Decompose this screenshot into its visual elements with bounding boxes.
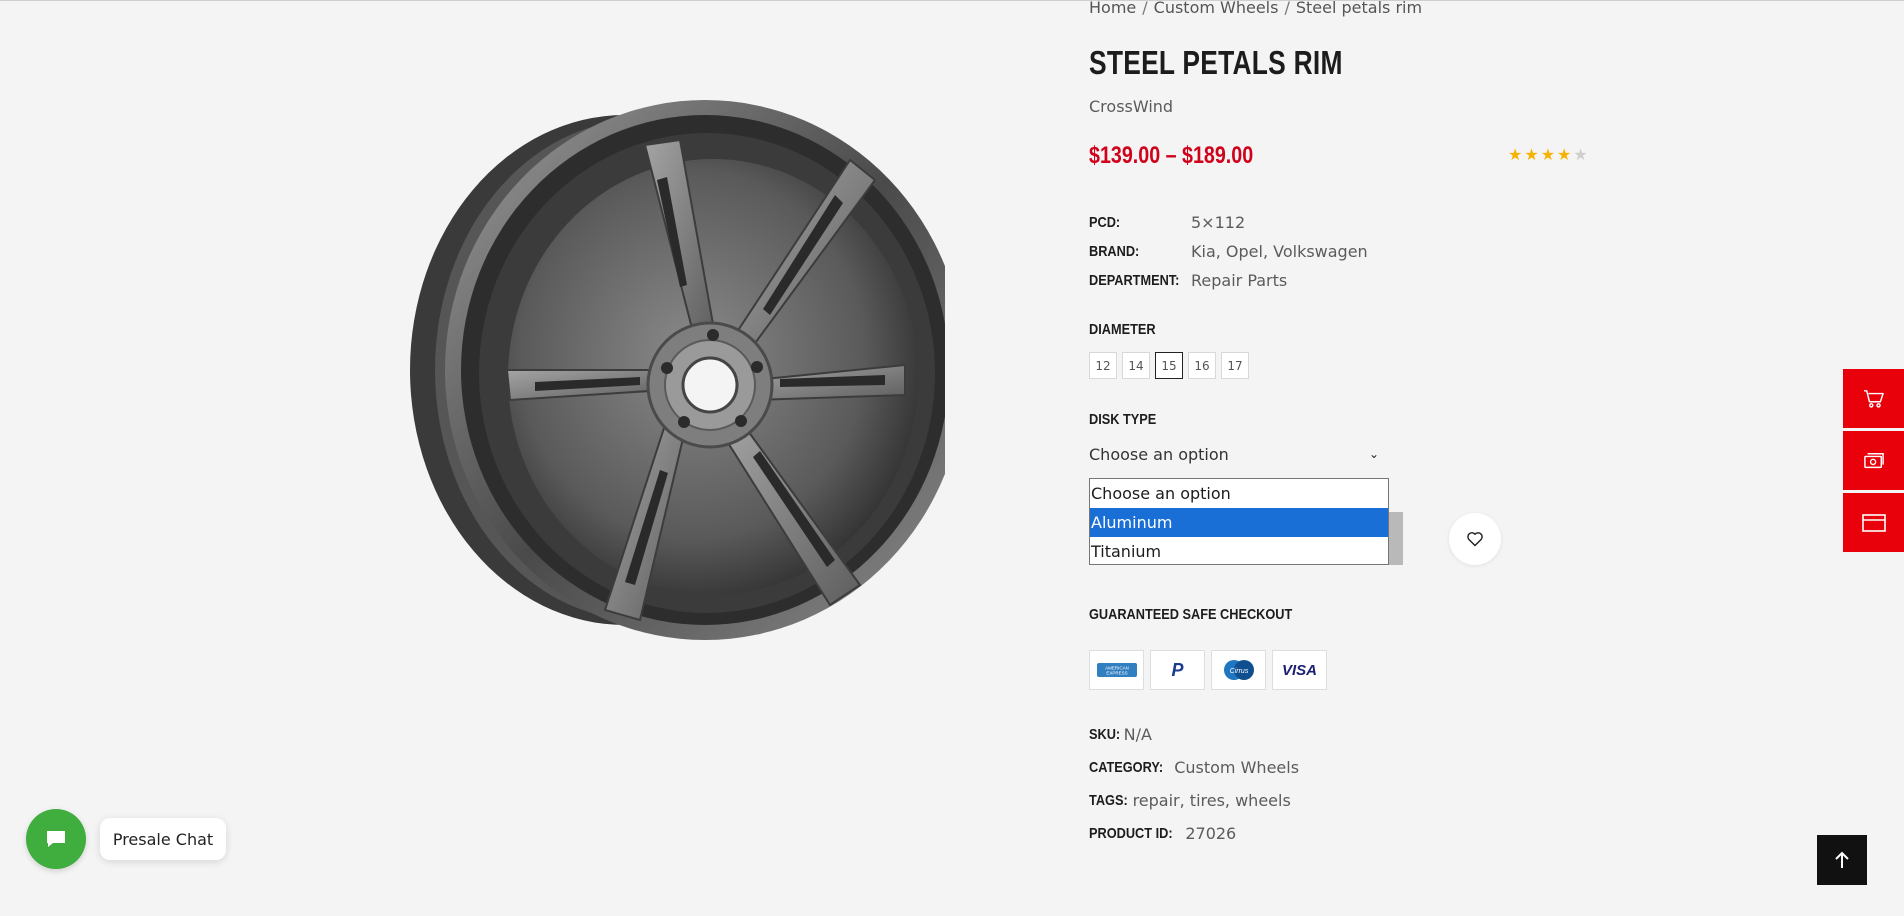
attribute-row: BRAND: Kia, Opel, Volkswagen xyxy=(1089,237,1368,266)
cirrus-logo: Cirrus xyxy=(1211,650,1266,690)
side-window-button[interactable] xyxy=(1843,493,1904,552)
attribute-row: DEPARTMENT: Repair Parts xyxy=(1089,266,1368,295)
star-rating[interactable]: ★★★★★ xyxy=(1508,145,1590,164)
product-vendor[interactable]: CrossWind xyxy=(1089,97,1173,116)
breadcrumb-home[interactable]: Home xyxy=(1089,0,1136,17)
star-icon: ★ xyxy=(1557,145,1574,164)
back-to-top-button[interactable] xyxy=(1817,835,1867,885)
side-money-button[interactable] xyxy=(1843,431,1904,490)
category-link[interactable]: Custom Wheels xyxy=(1174,758,1299,777)
side-toolbar xyxy=(1843,369,1904,555)
tags-row: TAGS: repair, tires, wheels xyxy=(1089,784,1299,817)
product-title: STEEL PETALS RIM xyxy=(1089,44,1343,81)
diameter-swatches: 12 14 15 16 17 xyxy=(1089,352,1249,379)
american-express-logo: AMERICAN EXPRESS xyxy=(1089,650,1144,690)
arrow-up-icon xyxy=(1835,851,1849,868)
sku-row: SKU: N/A xyxy=(1089,718,1299,751)
amex-text-2: EXPRESS xyxy=(1106,671,1127,676)
heart-icon xyxy=(1467,532,1483,547)
paypal-logo: P xyxy=(1150,650,1205,690)
product-meta: SKU: N/A CATEGORY: Custom Wheels TAGS: r… xyxy=(1089,718,1299,850)
attribute-value: Repair Parts xyxy=(1191,271,1288,290)
disk-type-select[interactable]: Choose an option ⌄ xyxy=(1089,442,1389,466)
star-icon: ★ xyxy=(1508,145,1525,164)
breadcrumb-current: Steel petals rim xyxy=(1295,0,1423,17)
disk-type-select-value: Choose an option xyxy=(1089,444,1229,464)
diameter-option-17[interactable]: 17 xyxy=(1221,352,1249,379)
attribute-value: 5×112 xyxy=(1191,213,1246,232)
visa-text: VISA xyxy=(1281,661,1317,679)
tag-link[interactable]: tires xyxy=(1190,791,1225,810)
breadcrumb-separator: / xyxy=(1142,0,1148,17)
top-divider xyxy=(0,0,1904,1)
product-id-value: 27026 xyxy=(1185,824,1237,843)
diameter-label: DIAMETER xyxy=(1089,321,1156,338)
diameter-option-15[interactable]: 15 xyxy=(1155,352,1183,379)
attribute-key: DEPARTMENT: xyxy=(1089,272,1180,289)
presale-chat-label[interactable]: Presale Chat xyxy=(100,818,226,860)
breadcrumb-separator: / xyxy=(1284,0,1290,17)
attribute-key: BRAND: xyxy=(1089,243,1140,260)
product-attributes: PCD: 5×112 BRAND: Kia, Opel, Volkswagen … xyxy=(1089,208,1368,295)
breadcrumb: Home / Custom Wheels / Steel petals rim xyxy=(1089,0,1422,17)
payment-methods: AMERICAN EXPRESS P Cirrus VISA xyxy=(1089,650,1327,690)
attribute-row: PCD: 5×112 xyxy=(1089,208,1368,237)
sku-key: SKU: xyxy=(1089,726,1121,743)
tags-list: repair, tires, wheels xyxy=(1132,791,1291,810)
chat-icon xyxy=(47,831,65,847)
browser-window-icon xyxy=(1861,513,1886,532)
product-image[interactable] xyxy=(395,85,945,660)
disk-type-label: DISK TYPE xyxy=(1089,411,1157,428)
star-empty-icon: ★ xyxy=(1573,145,1590,164)
breadcrumb-category[interactable]: Custom Wheels xyxy=(1154,0,1279,17)
visa-logo: VISA xyxy=(1272,650,1327,690)
tags-key: TAGS: xyxy=(1089,792,1128,809)
cirrus-text: Cirrus xyxy=(1229,668,1248,675)
chevron-down-icon: ⌄ xyxy=(1368,447,1379,461)
category-key: CATEGORY: xyxy=(1089,759,1164,776)
money-icon xyxy=(1863,452,1884,468)
sku-value: N/A xyxy=(1123,725,1152,744)
disk-type-dropdown[interactable]: Choose an option Aluminum Titanium xyxy=(1089,478,1389,565)
side-cart-button[interactable] xyxy=(1843,369,1904,428)
diameter-option-14[interactable]: 14 xyxy=(1122,352,1150,379)
category-row: CATEGORY: Custom Wheels xyxy=(1089,751,1299,784)
wishlist-button[interactable] xyxy=(1449,513,1501,565)
product-price: $139.00 – $189.00 xyxy=(1089,142,1254,169)
tag-link[interactable]: wheels xyxy=(1235,791,1291,810)
star-icon: ★ xyxy=(1524,145,1541,164)
product-id-row: PRODUCT ID: 27026 xyxy=(1089,817,1299,850)
paypal-text: P xyxy=(1171,659,1184,680)
disk-type-option[interactable]: Titanium xyxy=(1090,537,1388,566)
diameter-option-12[interactable]: 12 xyxy=(1089,352,1117,379)
safe-checkout-label: GUARANTEED SAFE CHECKOUT xyxy=(1089,606,1293,623)
chat-button[interactable] xyxy=(26,809,86,869)
diameter-option-16[interactable]: 16 xyxy=(1188,352,1216,379)
product-id-key: PRODUCT ID: xyxy=(1089,825,1173,842)
attribute-value: Kia, Opel, Volkswagen xyxy=(1191,242,1368,261)
star-icon: ★ xyxy=(1540,145,1558,164)
cart-icon xyxy=(1863,389,1884,408)
attribute-key: PCD: xyxy=(1089,214,1121,231)
disk-type-option[interactable]: Choose an option xyxy=(1090,479,1388,508)
disk-type-option-highlighted[interactable]: Aluminum xyxy=(1090,508,1388,537)
tag-link[interactable]: repair xyxy=(1133,791,1180,810)
wheel-rim-image xyxy=(410,100,945,640)
